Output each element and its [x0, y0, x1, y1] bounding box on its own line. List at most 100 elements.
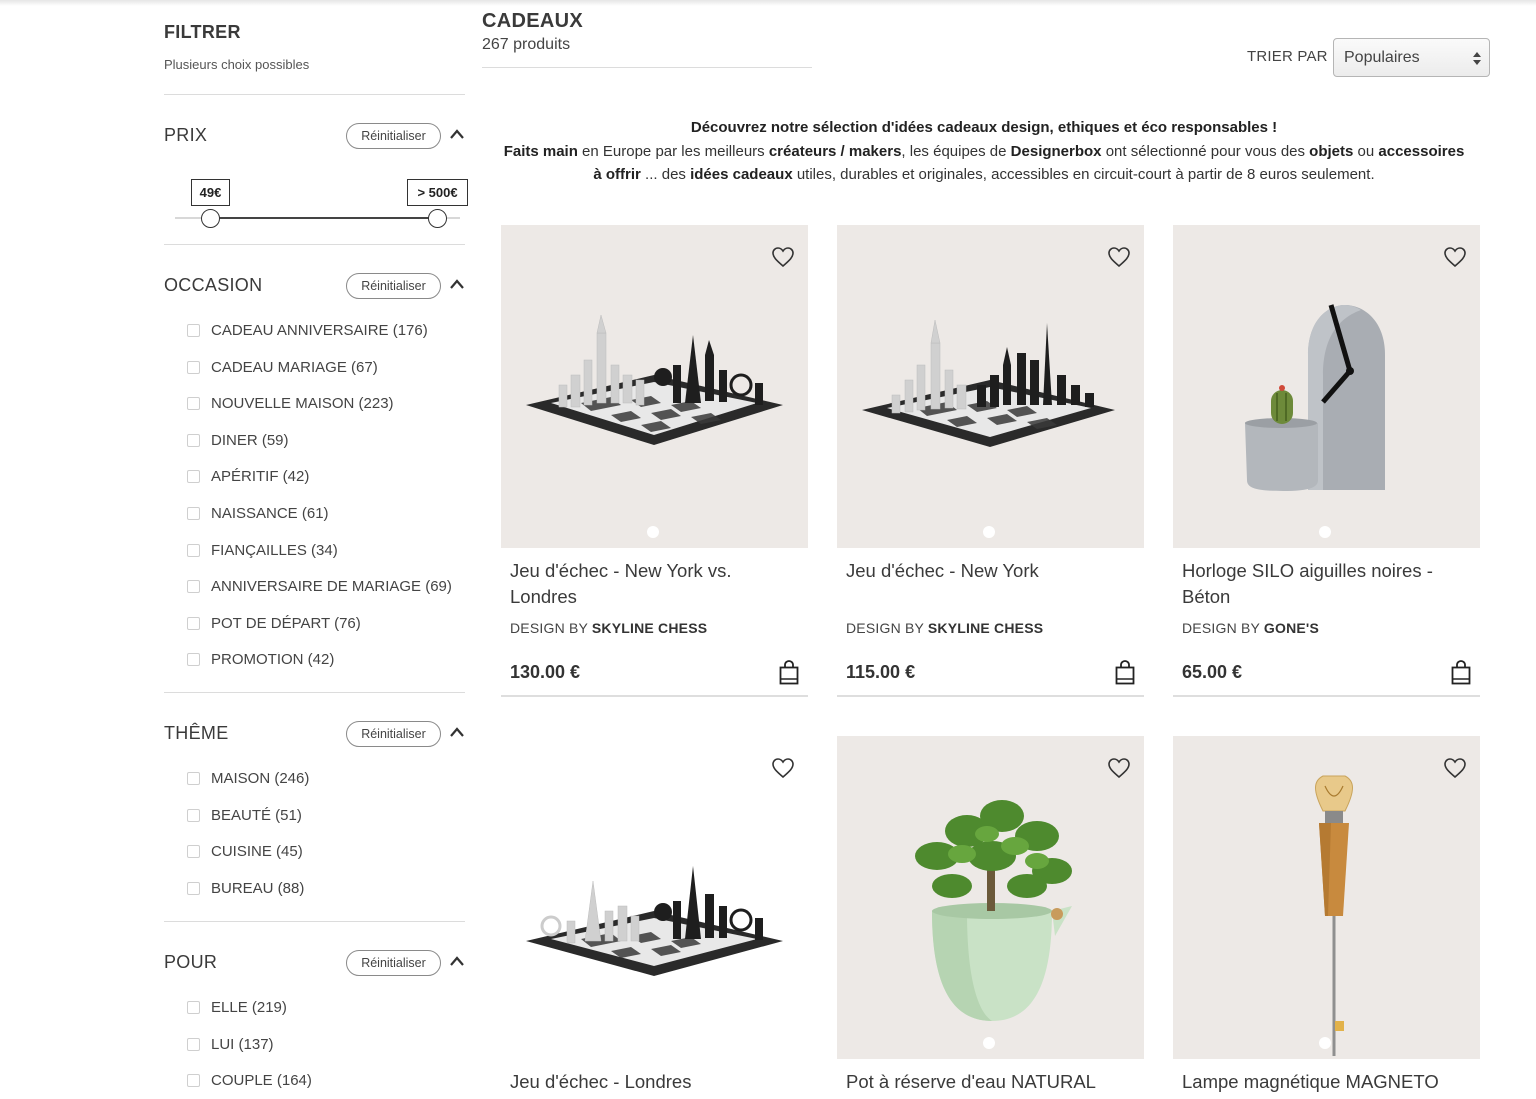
shopping-bag-icon[interactable] [1451, 660, 1471, 685]
product-name[interactable]: Horloge SILO aiguilles noires - Béton [1182, 558, 1467, 610]
product-image[interactable] [1173, 736, 1480, 1059]
checkbox[interactable] [187, 506, 200, 520]
carousel-dot[interactable] [1319, 526, 1331, 538]
checkbox[interactable] [187, 616, 200, 630]
option-label: CADEAU ANNIVERSAIRE (176) [211, 321, 428, 339]
checkbox[interactable] [187, 579, 200, 593]
checkbox[interactable] [187, 469, 200, 483]
checkbox[interactable] [187, 808, 200, 822]
option-label: CUISINE (45) [211, 842, 303, 860]
product-image[interactable] [1173, 225, 1480, 548]
product-name[interactable]: Pot à réserve d'eau NATURAL [846, 1069, 1131, 1095]
product-image[interactable] [837, 225, 1144, 548]
price-slider-min-handle[interactable] [201, 209, 220, 228]
option-label: PROMOTION (42) [211, 650, 335, 668]
checkbox[interactable] [187, 652, 200, 666]
carousel-dot[interactable] [983, 526, 995, 538]
shopping-bag-icon[interactable] [1115, 660, 1135, 685]
price-reset-button[interactable]: Réinitialiser [346, 123, 441, 149]
checkbox[interactable] [187, 771, 200, 785]
product-count: 267 produits [482, 36, 571, 53]
chevron-up-icon[interactable] [448, 278, 466, 292]
price-max-label: > 500€ [407, 179, 468, 206]
product-name[interactable]: Lampe magnétique MAGNETO [1182, 1069, 1467, 1095]
chevron-up-icon[interactable] [448, 726, 466, 740]
product-image[interactable] [501, 736, 808, 1059]
product-image[interactable] [837, 736, 1144, 1059]
occasion-option[interactable]: CADEAU MARIAGE (67) [187, 356, 378, 378]
option-label: ELLE (219) [211, 998, 287, 1016]
sort-selected-value: Populaires [1344, 48, 1420, 66]
filter-subtitle: Plusieurs choix possibles [164, 57, 310, 72]
theme-option[interactable]: BUREAU (88) [187, 877, 304, 899]
occasion-option[interactable]: APÉRITIF (42) [187, 465, 309, 487]
checkbox[interactable] [187, 1073, 200, 1087]
occasion-option[interactable]: POT DE DÉPART (76) [187, 612, 361, 634]
theme-option[interactable]: MAISON (246) [187, 767, 309, 789]
card-divider [501, 695, 808, 697]
carousel-dot[interactable] [983, 1037, 995, 1049]
checkbox[interactable] [187, 1000, 200, 1014]
checkbox[interactable] [187, 881, 200, 895]
checkbox[interactable] [187, 1037, 200, 1051]
option-label: NAISSANCE (61) [211, 504, 329, 522]
checkbox[interactable] [187, 543, 200, 557]
occasion-option[interactable]: FIANÇAILLES (34) [187, 539, 338, 561]
occasion-option[interactable]: ANNIVERSAIRE DE MARIAGE (69) [187, 575, 452, 597]
heart-outline-icon[interactable] [1443, 246, 1467, 268]
product-name[interactable]: Jeu d'échec - Londres [510, 1069, 795, 1095]
theme-option[interactable]: BEAUTÉ (51) [187, 804, 302, 826]
sort-select[interactable]: Populaires [1333, 38, 1490, 77]
intro-paragraph: Faits main en Europe par les meilleurs c… [503, 142, 1465, 184]
price-slider-max-handle[interactable] [428, 209, 447, 228]
divider [164, 692, 465, 693]
chevron-up-icon[interactable] [448, 128, 466, 142]
checkbox[interactable] [187, 433, 200, 447]
checkbox[interactable] [187, 323, 200, 337]
heart-outline-icon[interactable] [1107, 246, 1131, 268]
heart-outline-icon[interactable] [1443, 757, 1467, 779]
product-designer: DESIGN BY SKYLINE CHESS [846, 620, 1044, 636]
shopping-bag-icon[interactable] [779, 660, 799, 685]
theme-reset-button[interactable]: Réinitialiser [346, 721, 441, 747]
page-title: CADEAUX [482, 10, 583, 32]
price-section-title: PRIX [164, 125, 208, 145]
chevron-up-icon[interactable] [448, 955, 466, 969]
occasion-reset-button[interactable]: Réinitialiser [346, 273, 441, 299]
option-label: FIANÇAILLES (34) [211, 541, 338, 559]
heart-outline-icon[interactable] [771, 757, 795, 779]
product-designer: DESIGN BY SKYLINE CHESS [510, 620, 708, 636]
plant-pot-illustration [915, 800, 1072, 1021]
product-designer: DESIGN BY GONE'S [1182, 620, 1319, 636]
occasion-option[interactable]: NAISSANCE (61) [187, 502, 329, 524]
occasion-section-title: OCCASION [164, 275, 263, 295]
product-price: 115.00 € [846, 662, 916, 682]
heart-outline-icon[interactable] [771, 246, 795, 268]
concrete-clock-illustration [1245, 304, 1385, 491]
occasion-option[interactable]: CADEAU ANNIVERSAIRE (176) [187, 319, 428, 341]
top-shadow [0, 0, 1536, 6]
carousel-dot[interactable] [1319, 1037, 1331, 1049]
checkbox[interactable] [187, 360, 200, 374]
product-name[interactable]: Jeu d'échec - New York vs. Londres [510, 558, 795, 610]
occasion-option[interactable]: PROMOTION (42) [187, 648, 334, 670]
occasion-option[interactable]: DINER (59) [187, 429, 289, 451]
option-label: COUPLE (164) [211, 1071, 312, 1089]
checkbox[interactable] [187, 844, 200, 858]
pour-option[interactable]: COUPLE (164) [187, 1069, 312, 1091]
theme-option[interactable]: CUISINE (45) [187, 840, 303, 862]
option-label: NOUVELLE MAISON (223) [211, 394, 394, 412]
product-name[interactable]: Jeu d'échec - New York [846, 558, 1131, 584]
pour-option[interactable]: LUI (137) [187, 1033, 274, 1055]
heart-outline-icon[interactable] [1107, 757, 1131, 779]
option-label: BEAUTÉ (51) [211, 806, 302, 824]
carousel-dot[interactable] [647, 526, 659, 538]
filter-title: FILTRER [164, 22, 241, 42]
pour-reset-button[interactable]: Réinitialiser [346, 950, 441, 976]
product-image[interactable] [501, 225, 808, 548]
option-label: ANNIVERSAIRE DE MARIAGE (69) [211, 577, 452, 595]
checkbox[interactable] [187, 396, 200, 410]
pour-option[interactable]: ELLE (219) [187, 996, 287, 1018]
occasion-option[interactable]: NOUVELLE MAISON (223) [187, 392, 394, 414]
pour-section-title: POUR [164, 952, 218, 972]
